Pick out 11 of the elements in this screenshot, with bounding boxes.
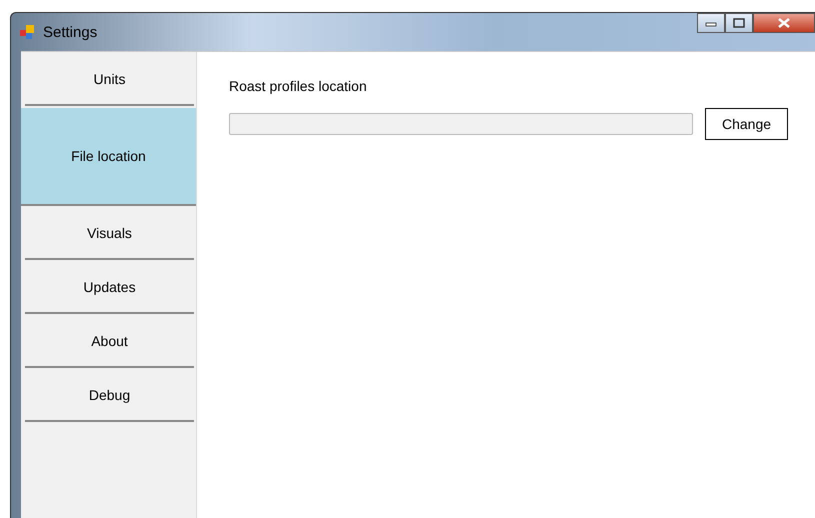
sidebar-tab[interactable]: File location: [21, 108, 196, 206]
change-button[interactable]: Change: [705, 108, 788, 140]
maximize-icon: [733, 18, 745, 28]
field-label: Roast profiles location: [229, 78, 368, 94]
app-icon: [19, 24, 35, 40]
location-field[interactable]: [229, 113, 693, 135]
close-icon: [777, 18, 791, 28]
close-button[interactable]: [753, 13, 815, 33]
window-title: Settings: [43, 24, 98, 40]
maximize-button[interactable]: [725, 13, 753, 33]
minimize-button[interactable]: [697, 13, 725, 33]
